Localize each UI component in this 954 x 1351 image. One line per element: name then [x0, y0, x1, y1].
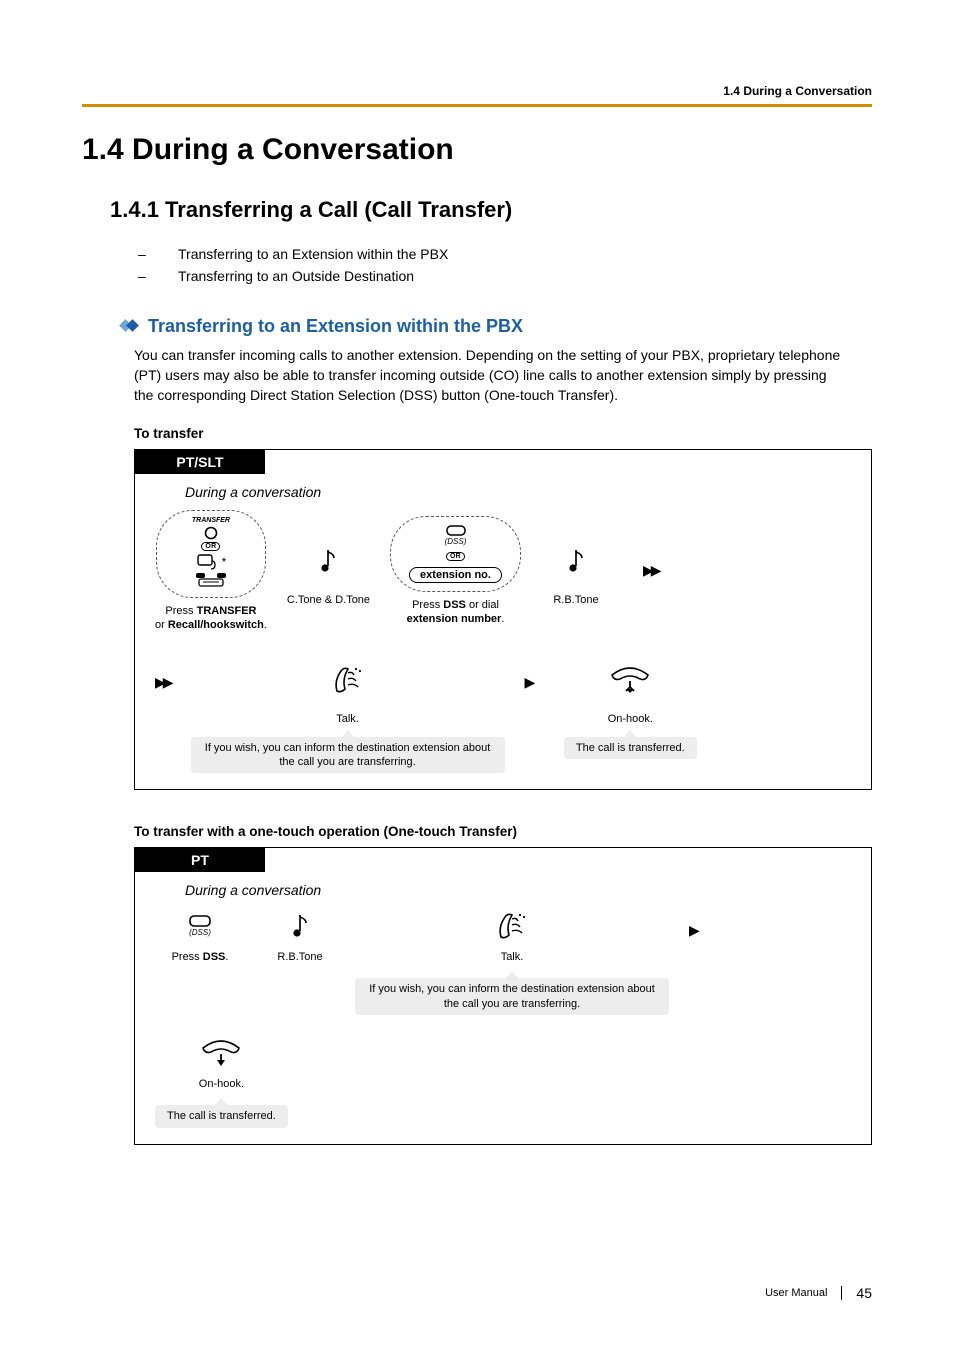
onhook-icon [608, 665, 652, 695]
asterisk: * [222, 555, 227, 569]
step-caption: Press DSS or dial extension number. [407, 598, 505, 627]
topic-heading: Transferring to an Extension within the … [148, 316, 523, 337]
onhook-icon [199, 1038, 243, 1068]
note-transferred: The call is transferred. [155, 1105, 288, 1127]
tone-caption: C.Tone & D.Tone [287, 593, 370, 607]
dss-label: (DSS) [445, 537, 467, 546]
hookswitch-icon [196, 573, 226, 589]
step-caption: Press TRANSFER or Recall/hookswitch. [155, 604, 267, 633]
step-tone: R.B.Tone [541, 535, 611, 607]
talk-icon [494, 909, 530, 943]
toc-item: Transferring to an Outside Destination [138, 265, 872, 287]
diamond-icon [122, 318, 138, 334]
continue-icon: ▶▶ [643, 562, 659, 579]
step-onhook: On-hook. [156, 1035, 286, 1091]
recall-button-icon [196, 553, 218, 571]
flow-tab: PT/SLT [135, 450, 265, 474]
running-header: 1.4 During a Conversation [82, 84, 872, 98]
talk-caption: Talk. [336, 712, 359, 726]
procedure-label: To transfer [134, 426, 872, 441]
step-tone: C.Tone & D.Tone [287, 535, 370, 607]
dss-button-icon [189, 915, 211, 927]
step-tone: R.B.Tone [265, 908, 335, 964]
tone-caption: R.B.Tone [277, 950, 322, 964]
procedure-label: To transfer with a one-touch operation (… [134, 824, 872, 839]
toc-list: Transferring to an Extension within the … [138, 243, 872, 288]
step-caption: Press DSS. [172, 950, 229, 964]
flow-context: During a conversation [185, 484, 851, 500]
flow-context: During a conversation [185, 882, 851, 898]
step-talk: Talk. [432, 908, 592, 964]
topic-heading-row: Transferring to an Extension within the … [122, 316, 872, 337]
header-rule [82, 104, 872, 107]
dss-button-icon [446, 525, 466, 536]
subsection-heading: 1.4.1 Transferring a Call (Call Transfer… [82, 197, 872, 223]
tone-caption: R.B.Tone [553, 593, 598, 607]
onhook-caption: On-hook. [608, 712, 653, 726]
flow-ptslt: PT/SLT During a conversation TRANSFER OR… [134, 449, 872, 790]
note-inform: If you wish, you can inform the destinat… [355, 978, 669, 1015]
step-press-dss: (DSS) Press DSS. [155, 908, 245, 964]
or-label: OR [201, 542, 220, 551]
ext-no-pill: extension no. [409, 567, 502, 583]
footer-page-number: 45 [856, 1285, 872, 1301]
note-transferred: The call is transferred. [564, 737, 697, 759]
onhook-caption: On-hook. [199, 1077, 244, 1091]
flow-pt: PT During a conversation (DSS) Press DSS… [134, 847, 872, 1144]
footer-manual: User Manual [765, 1287, 827, 1299]
note-inform: If you wish, you can inform the destinat… [191, 737, 505, 774]
dss-label: (DSS) [189, 928, 211, 937]
talk-caption: Talk. [501, 950, 524, 964]
footer-divider [841, 1286, 842, 1300]
intro-paragraph: You can transfer incoming calls to anoth… [134, 345, 846, 406]
step-press-transfer: TRANSFER OR * Press TRANSFER or Re [155, 510, 267, 633]
page: 1.4 During a Conversation 1.4 During a C… [0, 0, 954, 1351]
transfer-label: TRANSFER [192, 517, 230, 524]
tone-icon [566, 548, 586, 574]
continue-icon: ▶▶ [155, 674, 171, 691]
step-talk: Talk. [273, 654, 423, 726]
section-heading: 1.4 During a Conversation [82, 133, 872, 167]
arrow-icon: ▶ [689, 922, 700, 939]
flow-tab: PT [135, 848, 265, 872]
tone-icon [290, 913, 310, 939]
toc-item: Transferring to an Extension within the … [138, 243, 872, 265]
or-label: OR [446, 552, 465, 561]
button-icon [204, 526, 218, 540]
talk-icon [330, 663, 366, 697]
step-onhook: On-hook. [555, 654, 705, 726]
tone-icon [318, 548, 338, 574]
arrow-icon: ▶ [525, 674, 536, 691]
page-footer: User Manual 45 [765, 1285, 872, 1301]
step-dss-or-ext: (DSS) OR extension no. Press DSS or dial… [390, 516, 521, 627]
